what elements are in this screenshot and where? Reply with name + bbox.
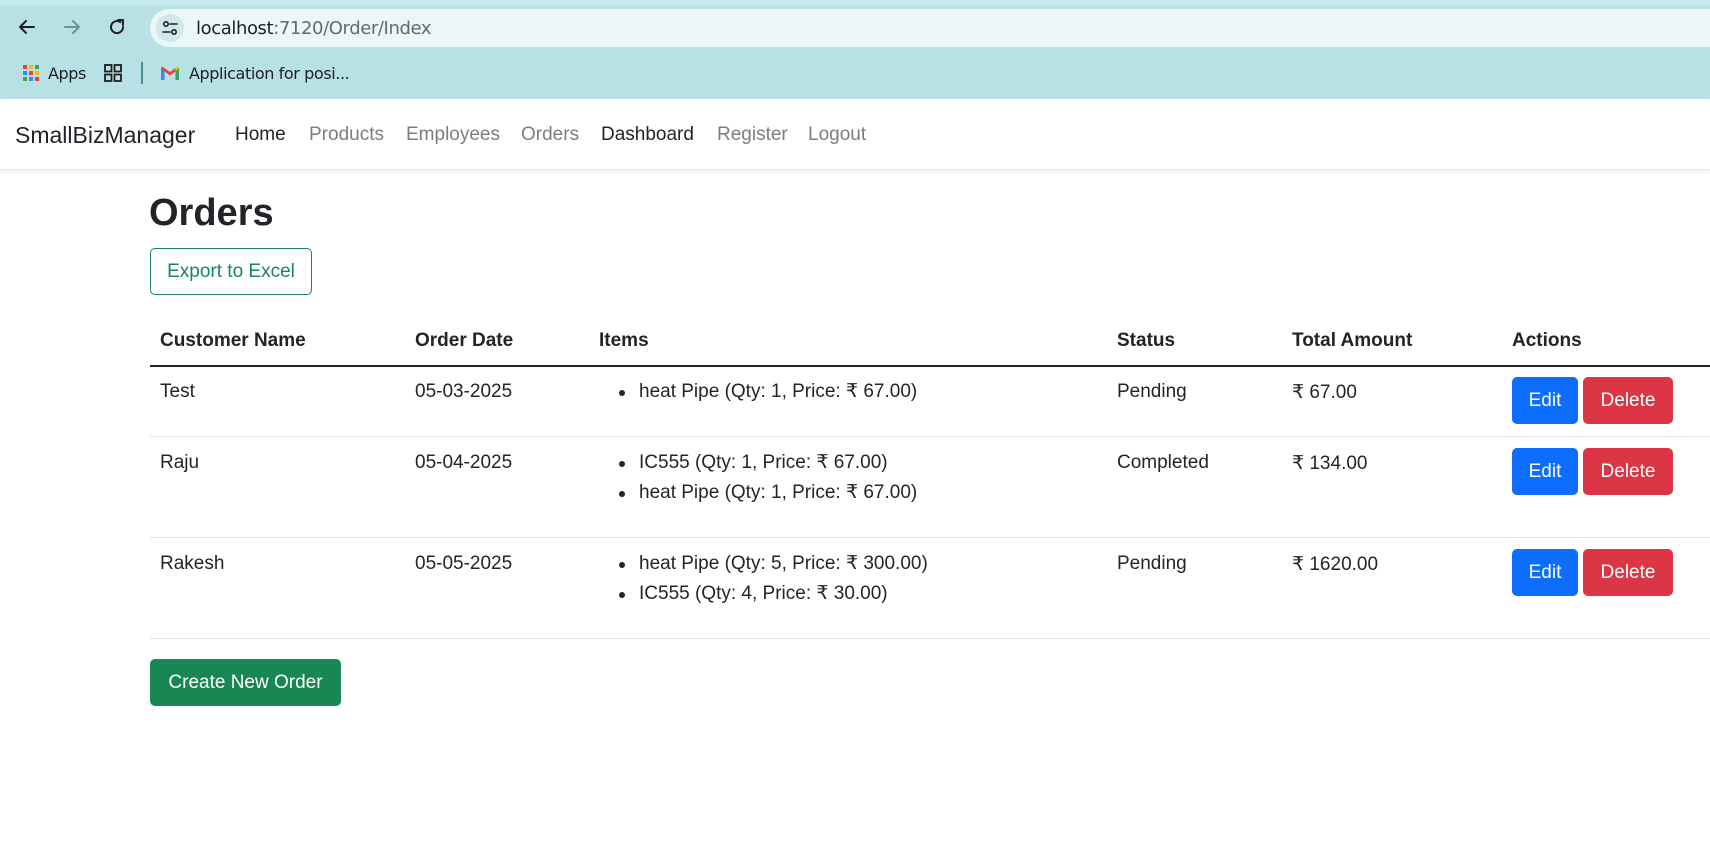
nav-link-employees[interactable]: Employees (406, 124, 500, 146)
cell-status: Pending (1117, 553, 1187, 574)
edit-button[interactable]: Edit (1512, 377, 1578, 424)
url-text[interactable]: localhost:7120/Order/Index (196, 18, 432, 39)
cell-items-list: heat Pipe (Qty: 5, Price: ₹ 300.00) IC55… (610, 549, 928, 609)
bookmark-apps[interactable]: Apps (22, 60, 86, 86)
nav-link-logout[interactable]: Logout (808, 124, 866, 146)
create-new-order-button[interactable]: Create New Order (150, 659, 341, 706)
bookmark-separator (141, 62, 143, 84)
cell-customer-name: Raju (160, 452, 200, 473)
tab-groups-icon (104, 64, 122, 82)
apps-grid-icon (23, 65, 39, 81)
row-divider (150, 638, 1710, 639)
cell-customer-name: Rakesh (160, 553, 225, 574)
order-item: heat Pipe (Qty: 5, Price: ₹ 300.00) (610, 549, 928, 579)
column-header-items: Items (599, 330, 649, 351)
cell-total-amount: ₹ 134.00 (1292, 453, 1368, 474)
cell-total-amount: ₹ 67.00 (1292, 382, 1357, 403)
order-item: IC555 (Qty: 4, Price: ₹ 30.00) (610, 579, 928, 609)
order-item: IC555 (Qty: 1, Price: ₹ 67.00) (610, 448, 917, 478)
delete-button[interactable]: Delete (1583, 448, 1673, 495)
reload-icon (110, 19, 125, 35)
table-header-divider (150, 365, 1710, 367)
column-header-total-amount: Total Amount (1292, 330, 1413, 351)
cell-order-date: 05-05-2025 (415, 553, 513, 574)
cell-total-amount: ₹ 1620.00 (1292, 554, 1379, 575)
forward-button[interactable] (55, 10, 89, 44)
nav-link-products[interactable]: Products (309, 124, 384, 146)
browser-top-edge (0, 0, 1710, 6)
row-divider (150, 537, 1710, 538)
nav-link-dashboard[interactable]: Dashboard (601, 124, 694, 146)
delete-button[interactable]: Delete (1583, 377, 1673, 424)
cell-customer-name: Test (160, 381, 195, 402)
edit-button[interactable]: Edit (1512, 549, 1578, 596)
address-bar[interactable]: localhost:7120/Order/Index (150, 9, 1710, 47)
column-header-customer-name: Customer Name (160, 330, 306, 351)
column-header-status: Status (1117, 330, 1176, 351)
back-button[interactable] (10, 10, 44, 44)
column-header-actions: Actions (1512, 330, 1582, 351)
app-navbar: SmallBizManager Home Products Employees … (0, 99, 1710, 170)
order-item: heat Pipe (Qty: 1, Price: ₹ 67.00) (610, 377, 917, 407)
nav-link-orders[interactable]: Orders (521, 124, 579, 146)
delete-button[interactable]: Delete (1583, 549, 1673, 596)
order-item: heat Pipe (Qty: 1, Price: ₹ 67.00) (610, 478, 917, 508)
site-settings-icon[interactable] (156, 14, 184, 42)
row-divider (150, 436, 1710, 437)
arrow-right-icon (64, 20, 80, 34)
reload-button[interactable] (100, 10, 134, 44)
url-path: :7120/Order/Index (273, 18, 432, 39)
bookmark-tab-groups[interactable] (103, 60, 123, 86)
url-host: localhost (196, 18, 274, 39)
gmail-icon (161, 66, 179, 80)
column-header-order-date: Order Date (415, 330, 514, 351)
nav-link-home[interactable]: Home (235, 124, 286, 146)
bookmark-gmail-label: Application for posi... (189, 63, 350, 83)
cell-order-date: 05-04-2025 (415, 452, 513, 473)
edit-button[interactable]: Edit (1512, 448, 1578, 495)
nav-link-register[interactable]: Register (717, 124, 788, 146)
export-to-excel-button[interactable]: Export to Excel (150, 248, 312, 295)
browser-toolbar: localhost:7120/Order/Index Apps Applicat… (0, 0, 1710, 99)
page-title: Orders (149, 192, 274, 234)
arrow-left-icon (19, 20, 35, 34)
cell-order-date: 05-03-2025 (415, 381, 513, 402)
bookmark-apps-label: Apps (48, 63, 86, 83)
navbar-brand[interactable]: SmallBizManager (15, 122, 195, 149)
cell-items-list: heat Pipe (Qty: 1, Price: ₹ 67.00) (610, 377, 917, 407)
cell-status: Pending (1117, 381, 1187, 402)
cell-status: Completed (1117, 452, 1209, 473)
bookmark-gmail[interactable]: Application for posi... (160, 60, 350, 86)
cell-items-list: IC555 (Qty: 1, Price: ₹ 67.00) heat Pipe… (610, 448, 917, 508)
